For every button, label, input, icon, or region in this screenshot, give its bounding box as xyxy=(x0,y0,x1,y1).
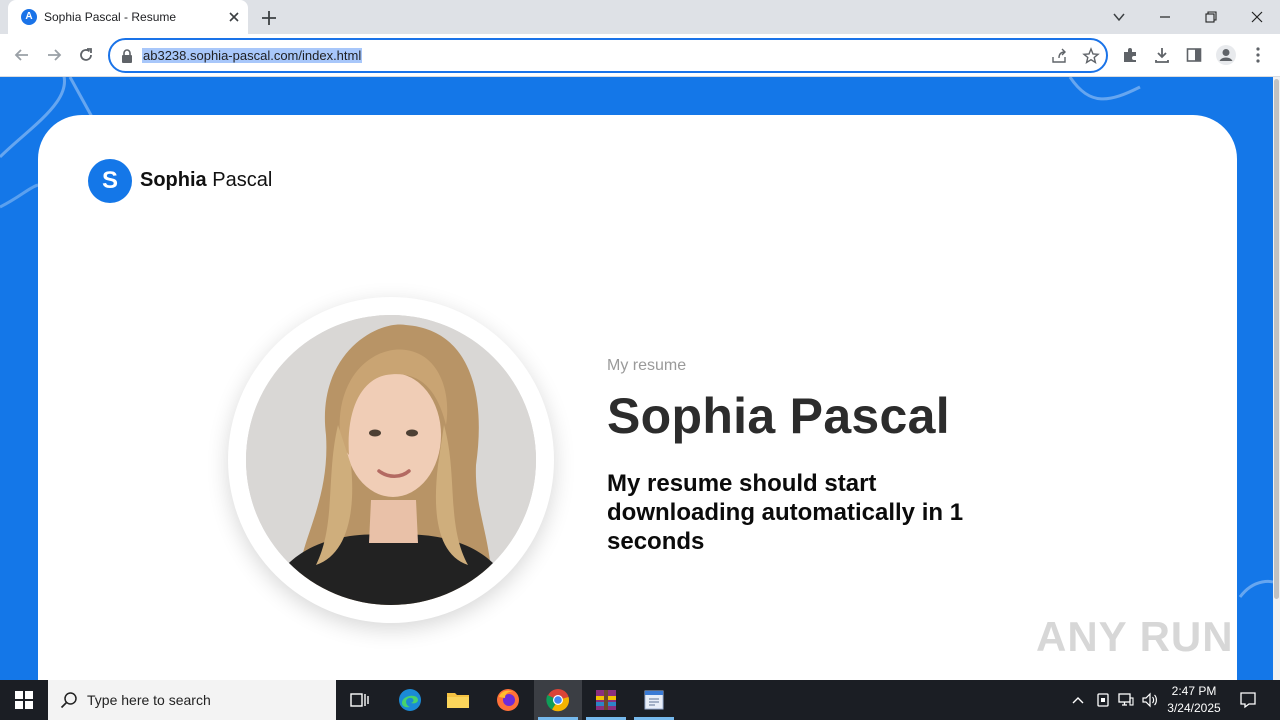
clock-date: 3/24/2025 xyxy=(1167,701,1221,715)
minimize-icon[interactable] xyxy=(1142,0,1188,34)
logo-wordmark[interactable]: Sophia Pascal xyxy=(140,169,272,192)
tab-search-chevron-down-icon[interactable] xyxy=(1096,0,1142,34)
logo-badge[interactable]: S xyxy=(88,159,132,203)
logo-first-name: Sophia xyxy=(140,169,207,191)
menu-kebab-icon[interactable] xyxy=(1247,44,1269,66)
profile-photo xyxy=(246,315,536,605)
back-arrow-icon[interactable] xyxy=(11,44,33,66)
device-tray-icon[interactable] xyxy=(1093,690,1113,710)
tab-strip: A Sophia Pascal - Resume xyxy=(0,0,1280,34)
side-panel-icon[interactable] xyxy=(1183,44,1205,66)
scrollbar-thumb[interactable] xyxy=(1274,79,1279,599)
file-explorer-folder-icon[interactable] xyxy=(434,680,482,720)
page-title: Sophia Pascal xyxy=(607,388,950,444)
share-icon[interactable] xyxy=(1050,47,1068,65)
document-app-icon[interactable] xyxy=(630,680,678,720)
url-text[interactable]: ab3238.sophia-pascal.com/index.html xyxy=(142,48,363,63)
start-windows-icon[interactable] xyxy=(0,680,48,720)
close-tab-icon[interactable] xyxy=(226,9,242,25)
task-view-icon[interactable] xyxy=(336,680,384,720)
volume-speaker-icon[interactable] xyxy=(1140,690,1160,710)
lock-icon[interactable] xyxy=(120,48,134,64)
anyrun-watermark: ANY RUN xyxy=(1036,613,1234,660)
page-viewport: S Sophia Pascal My resume Sophia Pascal … xyxy=(0,77,1273,680)
tab-sophia-pascal-resume[interactable]: A Sophia Pascal - Resume xyxy=(8,0,248,34)
address-bar[interactable]: ab3238.sophia-pascal.com/index.html xyxy=(108,38,1108,73)
bookmark-star-icon[interactable] xyxy=(1082,47,1100,65)
tab-favicon-icon: A xyxy=(21,9,37,25)
profile-avatar-icon[interactable] xyxy=(1215,44,1237,66)
winrar-icon[interactable] xyxy=(582,680,630,720)
extensions-puzzle-icon[interactable] xyxy=(1119,44,1141,66)
new-tab-icon[interactable] xyxy=(259,8,279,28)
edge-browser-icon[interactable] xyxy=(386,680,434,720)
clock-time: 2:47 PM xyxy=(1171,684,1217,698)
show-hidden-icons-chevron-up-icon[interactable] xyxy=(1068,690,1088,710)
search-placeholder: Type here to search xyxy=(87,692,211,708)
forward-arrow-icon[interactable] xyxy=(43,44,65,66)
download-icon[interactable] xyxy=(1151,44,1173,66)
close-window-icon[interactable] xyxy=(1234,0,1280,34)
firefox-icon[interactable] xyxy=(484,680,532,720)
resume-card: S Sophia Pascal My resume Sophia Pascal … xyxy=(38,115,1237,680)
profile-photo-frame xyxy=(228,297,554,623)
page-scrollbar[interactable] xyxy=(1273,77,1280,680)
eyebrow-label: My resume xyxy=(607,357,687,374)
chrome-icon[interactable] xyxy=(534,680,582,720)
network-icon[interactable] xyxy=(1116,690,1136,710)
restore-icon[interactable] xyxy=(1188,0,1234,34)
download-message: My resume should start downloading autom… xyxy=(607,470,964,555)
system-clock[interactable]: 2:47 PM 3/24/2025 xyxy=(1160,683,1228,717)
windows-taskbar: Type here to search 2:47 PM 3/24/2025 xyxy=(0,680,1280,720)
taskbar-search-box[interactable]: Type here to search xyxy=(48,680,336,720)
tab-title: Sophia Pascal - Resume xyxy=(44,10,177,24)
reload-icon[interactable] xyxy=(75,44,97,66)
browser-toolbar: ab3238.sophia-pascal.com/index.html xyxy=(0,34,1280,77)
notification-center-icon[interactable] xyxy=(1238,690,1258,710)
search-icon xyxy=(60,691,78,709)
logo-last-name: Pascal xyxy=(212,169,273,191)
